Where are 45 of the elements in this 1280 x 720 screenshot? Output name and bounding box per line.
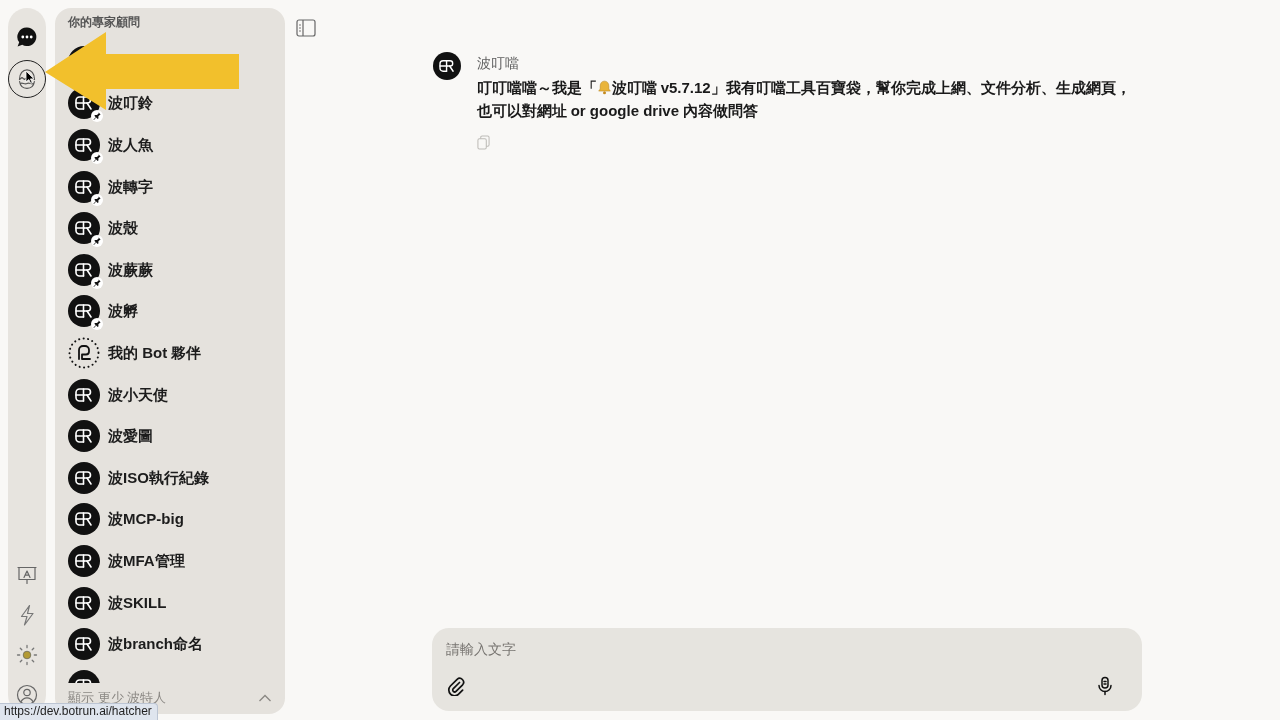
presentation-icon[interactable]	[16, 564, 38, 586]
bot-avatar-icon	[68, 170, 100, 203]
assistant-item[interactable]: 波人魚	[108, 136, 153, 154]
sun-icon[interactable]	[16, 644, 38, 666]
sidebar-toggle-icon[interactable]	[296, 19, 316, 37]
assistant-item[interactable]: 波叮鈴	[108, 94, 153, 113]
bot-avatar-icon	[68, 544, 100, 577]
assistant-item[interactable]: 我的 Bot 夥伴	[108, 343, 202, 362]
message-text: 波叮噹 v5.7.12」我有叮噹工具百寶袋，幫你完成上網、文件分析、生成網頁，	[611, 78, 1131, 98]
assistant-item[interactable]: 波SKILL	[108, 593, 167, 612]
assistant-item[interactable]: 波MCP-big	[108, 510, 184, 529]
assistant-item[interactable]: 波愛圖	[108, 427, 153, 446]
dotted-circle-icon	[68, 336, 100, 369]
bot-avatar-icon	[68, 378, 100, 411]
message-input[interactable]: 請輸入文字	[445, 639, 1128, 659]
assistant-item[interactable]: 波蕨蕨	[108, 260, 153, 279]
assistant-item[interactable]: 波孵	[108, 302, 138, 321]
message-text: 叮叮噹噹～我是「	[476, 78, 597, 98]
bot-avatar-icon	[68, 295, 100, 328]
assistant-item[interactable]: 波MFA管理	[108, 551, 185, 570]
chat-bubble-icon	[16, 26, 38, 48]
assistant-item[interactable]: 波ISO執行紀錄	[108, 468, 209, 487]
bot-avatar-icon	[68, 129, 100, 161]
sidebar-heading: 你的專家顧問	[68, 14, 140, 30]
assistant-item[interactable]: 波branch命名	[108, 635, 203, 654]
message-text: 也可以對網址 or google drive 內容做問答	[476, 101, 759, 121]
paperclip-icon[interactable]	[445, 676, 466, 696]
bot-avatar-icon	[432, 52, 461, 80]
bot-avatar-icon	[68, 212, 100, 245]
bot-avatar-icon	[68, 253, 100, 286]
assistant-item[interactable]: 波殼	[108, 219, 138, 238]
bot-avatar-icon	[68, 420, 100, 453]
bot-avatar-icon	[68, 503, 100, 536]
user-icon[interactable]	[16, 684, 38, 706]
assistant-item[interactable]: 波轉字	[108, 177, 153, 196]
chat-button[interactable]	[16, 26, 38, 48]
bot-avatar-icon	[68, 586, 100, 619]
assistant-item[interactable]: 波小天使	[108, 385, 168, 404]
mouse-cursor-icon	[25, 70, 35, 84]
bot-avatar-icon	[68, 461, 100, 494]
bot-avatar-icon	[68, 628, 100, 661]
sender-name: 波叮噹	[476, 55, 519, 71]
chevron-up-icon	[258, 693, 272, 703]
status-url: https://dev.botrun.ai/hatcher	[0, 703, 158, 720]
bell-icon	[596, 80, 612, 95]
